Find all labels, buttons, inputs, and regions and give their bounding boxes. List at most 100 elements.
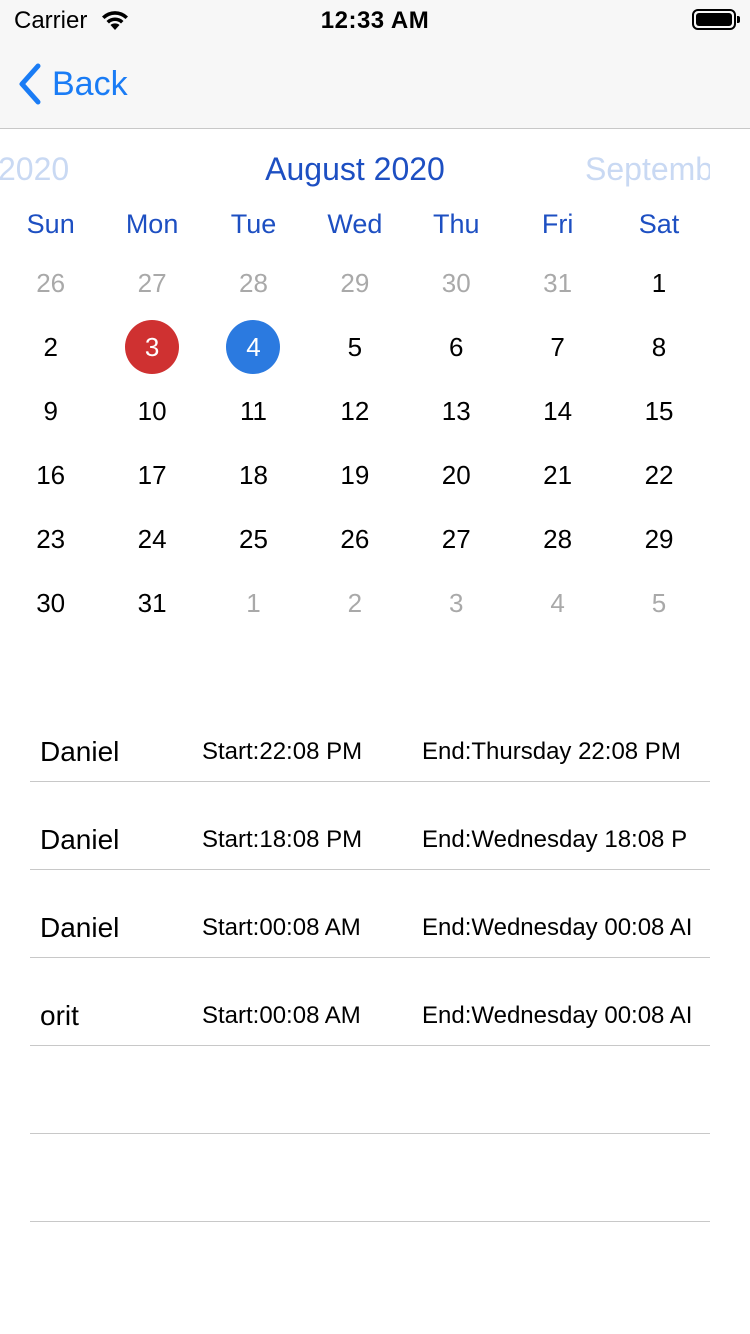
event-row[interactable]: Daniel Start:18:08 PM End:Wednesday 18:08 … <box>30 782 710 870</box>
day-cell[interactable]: 25 <box>203 507 304 571</box>
day-cell[interactable]: 22 <box>608 443 709 507</box>
event-row[interactable] <box>30 1134 710 1222</box>
day-cell[interactable]: 29 <box>304 251 405 315</box>
day-cell[interactable]: 8 <box>608 315 709 379</box>
day-cell[interactable]: 16 <box>0 443 101 507</box>
day-cell[interactable]: 9 <box>0 379 101 443</box>
weekday-label: Sat <box>638 209 680 239</box>
day-number: 3 <box>449 587 464 618</box>
day-number: 19 <box>340 459 370 490</box>
day-number: 27 <box>137 267 167 298</box>
day-cell[interactable]: 26 <box>0 251 101 315</box>
day-number: 30 <box>441 267 471 298</box>
day-number: 29 <box>340 267 370 298</box>
day-number: 11 <box>239 395 267 426</box>
day-cell[interactable]: 13 <box>406 379 507 443</box>
day-number: 2 <box>43 331 58 362</box>
day-cell[interactable]: 21 <box>507 443 608 507</box>
day-number: 26 <box>36 267 66 298</box>
day-cell[interactable]: 26 <box>304 507 405 571</box>
day-cell[interactable]: 23 <box>0 507 101 571</box>
event-row[interactable]: orit Start:00:08 AM End:Wednesday 00:08 AI <box>30 958 710 1046</box>
event-end-time: End:Wednesday 00:08 AI <box>422 914 693 941</box>
day-number: 13 <box>441 395 471 426</box>
day-number: 25 <box>239 523 268 554</box>
calendar: 2020 August 2020 Septemb Sun Mon Tue Wed Thu… <box>0 129 710 649</box>
event-name-label: Daniel <box>40 824 120 855</box>
day-cell[interactable]: 14 <box>507 379 608 443</box>
day-number: 15 <box>644 395 674 426</box>
weekday-label: Wed <box>327 209 383 239</box>
day-number: 4 <box>550 587 565 618</box>
day-number: 2 <box>347 587 363 618</box>
day-cell[interactable]: 10 <box>101 379 202 443</box>
day-cell[interactable]: 5 <box>608 571 709 635</box>
day-number: 28 <box>543 523 573 554</box>
day-cell[interactable]: 1 <box>203 571 304 635</box>
day-number: 26 <box>340 523 370 554</box>
day-cell[interactable]: 27 <box>406 507 507 571</box>
today-day-number: 3 <box>125 320 180 374</box>
event-start-time: Start:00:08 AM <box>202 914 361 941</box>
day-cell[interactable]: 3 <box>406 571 507 635</box>
day-cell[interactable]: 12 <box>304 379 405 443</box>
event-end-time: End:Wednesday 18:08 P <box>422 826 688 853</box>
weekday-label: Sun <box>26 209 75 239</box>
event-row[interactable]: Daniel Start:22:08 PM End:Thursday 22:08 P… <box>30 694 710 782</box>
day-cell[interactable]: 7 <box>507 315 608 379</box>
day-number: 30 <box>36 587 66 618</box>
day-number: 6 <box>449 331 464 362</box>
status-bar: Carrier 12:33 AM <box>0 0 750 40</box>
day-number: 1 <box>246 587 261 618</box>
day-number: 5 <box>347 331 363 362</box>
day-cell[interactable]: 30 <box>0 571 101 635</box>
day-cell[interactable]: 2 <box>304 571 405 635</box>
day-number: 21 <box>543 459 573 490</box>
day-cell[interactable]: 4 <box>203 315 304 379</box>
day-cell[interactable]: 24 <box>101 507 202 571</box>
day-cell[interactable]: 30 <box>406 251 507 315</box>
day-cell[interactable]: 17 <box>101 443 202 507</box>
day-number: 22 <box>644 459 674 490</box>
day-cell[interactable]: 1 <box>608 251 709 315</box>
day-number: 10 <box>137 395 167 426</box>
day-cell[interactable]: 20 <box>406 443 507 507</box>
day-cell[interactable]: 19 <box>304 443 405 507</box>
day-number: 31 <box>137 587 167 618</box>
day-number: 31 <box>543 267 573 298</box>
weekday-label: Tue <box>230 209 277 239</box>
day-cell[interactable]: 18 <box>203 443 304 507</box>
day-number: 17 <box>137 459 167 490</box>
day-number: 12 <box>340 395 370 426</box>
day-grid: 26 27 28 29 30 31 1 2 3 4 5 6 7 8 9 10 11 12 13 14 15 16 17 18 1… <box>0 251 710 635</box>
day-number: 27 <box>441 523 471 554</box>
event-row[interactable]: Daniel Start:00:08 AM End:Wednesday 00:08 … <box>30 870 710 958</box>
day-cell[interactable]: 28 <box>203 251 304 315</box>
event-name-label: Daniel <box>40 736 120 767</box>
day-cell[interactable]: 3 <box>101 315 202 379</box>
weekday-label: Fri <box>541 209 574 239</box>
selected-day-number: 4 <box>226 320 281 374</box>
back-button[interactable]: Back <box>18 62 128 106</box>
event-row[interactable] <box>30 1046 710 1134</box>
day-cell[interactable]: 5 <box>304 315 405 379</box>
day-cell[interactable]: 6 <box>406 315 507 379</box>
day-cell[interactable]: 4 <box>507 571 608 635</box>
weekday-header: Sun Mon Tue Wed Thu Fri Sat <box>0 209 710 240</box>
day-cell[interactable]: 28 <box>507 507 608 571</box>
day-number: 28 <box>239 267 268 298</box>
chevron-left-icon <box>19 63 41 105</box>
day-cell[interactable]: 11 <box>203 379 304 443</box>
day-cell[interactable]: 31 <box>101 571 202 635</box>
day-number: 9 <box>43 395 58 426</box>
day-cell[interactable]: 31 <box>507 251 608 315</box>
day-cell[interactable]: 29 <box>608 507 709 571</box>
navigation-bar: Back <box>0 40 750 129</box>
weekday-label: Mon <box>125 209 179 239</box>
day-cell[interactable]: 2 <box>0 315 101 379</box>
day-cell[interactable]: 27 <box>101 251 202 315</box>
next-month-label[interactable]: Septemb <box>585 151 710 188</box>
day-number: 24 <box>137 523 167 554</box>
back-label: Back <box>52 64 128 103</box>
day-cell[interactable]: 15 <box>608 379 709 443</box>
